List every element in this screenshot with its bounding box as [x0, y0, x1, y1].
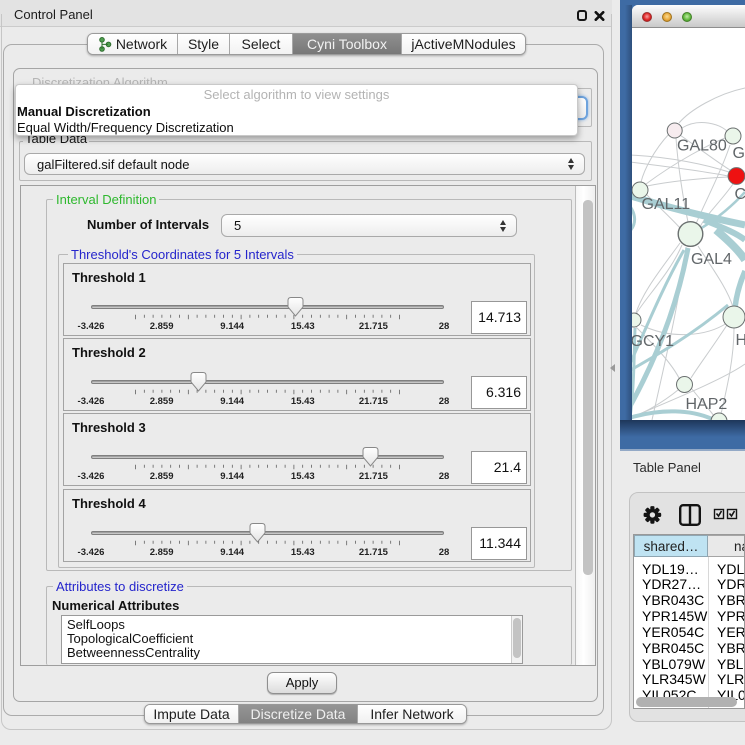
svg-text:H: H: [736, 332, 745, 349]
svg-text:GAL11: GAL11: [642, 196, 691, 213]
svg-text:GCY1: GCY1: [632, 333, 674, 350]
svg-text:GA: GA: [733, 145, 745, 162]
svg-text:GAL4: GAL4: [691, 251, 732, 268]
svg-text:GAL80: GAL80: [677, 138, 727, 155]
svg-text:HAP2: HAP2: [686, 396, 728, 413]
svg-text:C: C: [735, 186, 745, 203]
